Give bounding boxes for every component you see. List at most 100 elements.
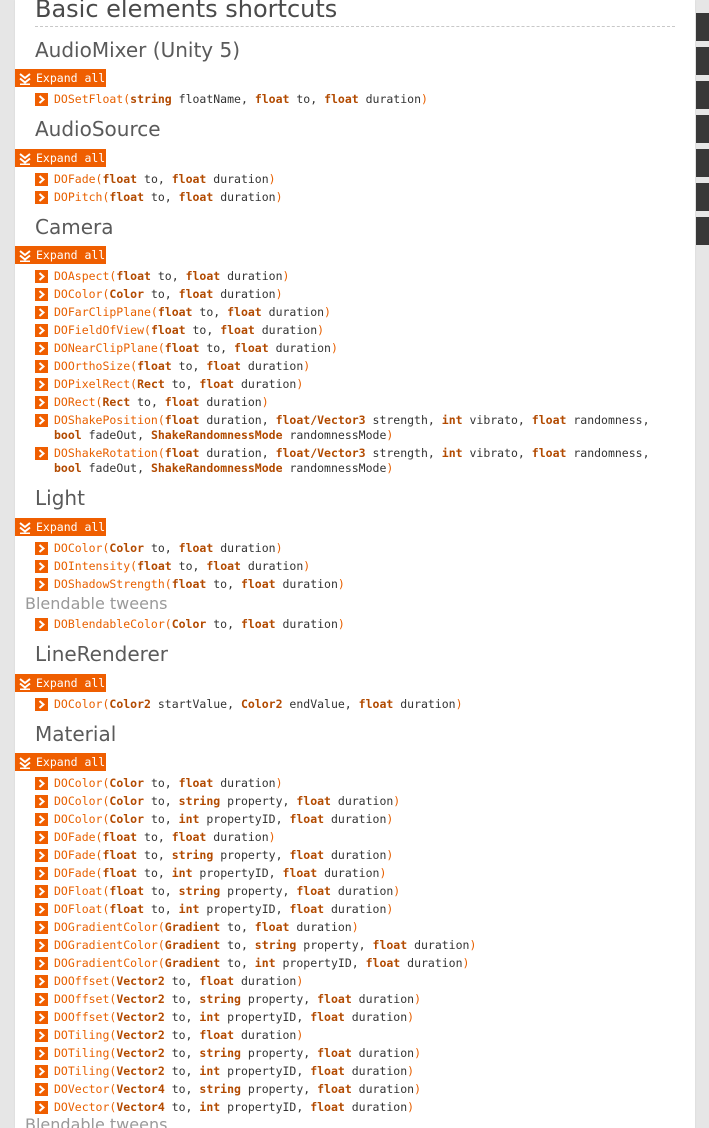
method-name[interactable]: ) bbox=[276, 190, 283, 204]
method-row[interactable]: DOColor(Color to, float duration) bbox=[35, 287, 675, 302]
method-row[interactable]: DOColor(Color to, float duration) bbox=[35, 541, 675, 556]
method-name[interactable]: ) bbox=[386, 428, 393, 442]
method-name[interactable]: DOFarClipPlane( bbox=[54, 305, 158, 319]
method-name[interactable]: ) bbox=[317, 323, 324, 337]
method-name[interactable]: DOColor( bbox=[54, 794, 109, 808]
method-name[interactable]: ) bbox=[393, 884, 400, 898]
method-name[interactable]: DOOrthoSize( bbox=[54, 359, 137, 373]
method-name[interactable]: DOFade( bbox=[54, 830, 102, 844]
method-name[interactable]: DOVector( bbox=[54, 1082, 116, 1096]
method-row[interactable]: DOFade(float to, float duration) bbox=[35, 830, 675, 845]
chevron-right-icon[interactable] bbox=[35, 1029, 48, 1042]
method-name[interactable]: DOFloat( bbox=[54, 902, 109, 916]
method-name[interactable]: ) bbox=[338, 577, 345, 591]
method-row[interactable]: DOSetFloat(string floatName, float to, f… bbox=[35, 92, 675, 107]
method-name[interactable]: DOTiling( bbox=[54, 1028, 116, 1042]
method-row[interactable]: DOColor(Color to, int propertyID, float … bbox=[35, 812, 675, 827]
method-row[interactable]: DOOffset(Vector2 to, int propertyID, flo… bbox=[35, 1010, 675, 1025]
chevron-right-icon[interactable] bbox=[35, 1101, 48, 1114]
method-name[interactable]: ) bbox=[338, 617, 345, 631]
method-row[interactable]: DOShakePosition(float duration, float/Ve… bbox=[35, 413, 675, 443]
method-name[interactable]: ) bbox=[269, 172, 276, 186]
method-name[interactable]: ) bbox=[296, 377, 303, 391]
method-row[interactable]: DOFarClipPlane(float to, float duration) bbox=[35, 305, 675, 320]
method-name[interactable]: DOColor( bbox=[54, 697, 109, 711]
method-name[interactable]: ) bbox=[276, 287, 283, 301]
method-row[interactable]: DOVector(Vector4 to, string property, fl… bbox=[35, 1082, 675, 1097]
method-row[interactable]: DOColor(Color2 startValue, Color2 endVal… bbox=[35, 697, 675, 712]
method-name[interactable]: ) bbox=[463, 956, 470, 970]
method-row[interactable]: DOFieldOfView(float to, float duration) bbox=[35, 323, 675, 338]
method-row[interactable]: DOAspect(float to, float duration) bbox=[35, 269, 675, 284]
side-tab[interactable] bbox=[696, 47, 709, 75]
method-name[interactable]: DOFade( bbox=[54, 172, 102, 186]
method-name[interactable]: ) bbox=[352, 920, 359, 934]
method-name[interactable]: ) bbox=[386, 461, 393, 475]
side-tab[interactable] bbox=[696, 13, 709, 41]
method-row[interactable]: DOShakeRotation(float duration, float/Ve… bbox=[35, 446, 675, 476]
method-name[interactable]: DORect( bbox=[54, 395, 102, 409]
chevron-right-icon[interactable] bbox=[35, 342, 48, 355]
method-name[interactable]: DOVector( bbox=[54, 1100, 116, 1114]
method-name[interactable]: ) bbox=[407, 1064, 414, 1078]
method-name[interactable]: DOGradientColor( bbox=[54, 938, 165, 952]
chevron-right-icon[interactable] bbox=[35, 975, 48, 988]
method-name[interactable]: DOColor( bbox=[54, 776, 109, 790]
method-name[interactable]: DOGradientColor( bbox=[54, 956, 165, 970]
method-row[interactable]: DORect(Rect to, float duration) bbox=[35, 395, 675, 410]
method-name[interactable]: DOFade( bbox=[54, 866, 102, 880]
method-name[interactable]: ) bbox=[303, 559, 310, 573]
method-name[interactable]: DOShakePosition( bbox=[54, 413, 165, 427]
method-row[interactable]: DOFade(float to, int propertyID, float d… bbox=[35, 866, 675, 881]
chevron-right-icon[interactable] bbox=[35, 1047, 48, 1060]
method-row[interactable]: DOFloat(float to, string property, float… bbox=[35, 884, 675, 899]
method-name[interactable]: DOSetFloat( bbox=[54, 92, 130, 106]
method-name[interactable]: DOFade( bbox=[54, 848, 102, 862]
chevron-right-icon[interactable] bbox=[35, 867, 48, 880]
chevron-right-icon[interactable] bbox=[35, 378, 48, 391]
method-row[interactable]: DOFade(float to, string property, float … bbox=[35, 848, 675, 863]
method-name[interactable]: DOOffset( bbox=[54, 974, 116, 988]
chevron-right-icon[interactable] bbox=[35, 578, 48, 591]
method-name[interactable]: ) bbox=[379, 866, 386, 880]
method-row[interactable]: DOColor(Color to, float duration) bbox=[35, 776, 675, 791]
method-row[interactable]: DONearClipPlane(float to, float duration… bbox=[35, 341, 675, 356]
chevron-right-icon[interactable] bbox=[35, 560, 48, 573]
chevron-right-icon[interactable] bbox=[35, 795, 48, 808]
method-name[interactable]: ) bbox=[296, 1028, 303, 1042]
method-row[interactable]: DOGradientColor(Gradient to, float durat… bbox=[35, 920, 675, 935]
method-name[interactable]: ) bbox=[276, 776, 283, 790]
method-name[interactable]: ) bbox=[262, 395, 269, 409]
chevron-right-icon[interactable] bbox=[35, 939, 48, 952]
chevron-right-icon[interactable] bbox=[35, 777, 48, 790]
method-row[interactable]: DOPitch(float to, float duration) bbox=[35, 190, 675, 205]
chevron-right-icon[interactable] bbox=[35, 1011, 48, 1024]
method-name[interactable]: ) bbox=[414, 1082, 421, 1096]
method-name[interactable]: DOPitch( bbox=[54, 190, 109, 204]
method-name[interactable]: DOBlendableColor( bbox=[54, 617, 172, 631]
chevron-right-icon[interactable] bbox=[35, 191, 48, 204]
method-name[interactable]: ) bbox=[469, 938, 476, 952]
method-name[interactable]: DOGradientColor( bbox=[54, 920, 165, 934]
method-row[interactable]: DOGradientColor(Gradient to, int propert… bbox=[35, 956, 675, 971]
chevron-right-icon[interactable] bbox=[35, 993, 48, 1006]
method-row[interactable]: DOTiling(Vector2 to, int propertyID, flo… bbox=[35, 1064, 675, 1079]
expand-all-button[interactable]: Expand all bbox=[15, 149, 106, 167]
chevron-right-icon[interactable] bbox=[35, 324, 48, 337]
chevron-right-icon[interactable] bbox=[35, 542, 48, 555]
chevron-right-icon[interactable] bbox=[35, 360, 48, 373]
method-name[interactable]: ) bbox=[296, 974, 303, 988]
method-name[interactable]: DOColor( bbox=[54, 541, 109, 555]
chevron-right-icon[interactable] bbox=[35, 831, 48, 844]
method-name[interactable]: DOTiling( bbox=[54, 1046, 116, 1060]
chevron-right-icon[interactable] bbox=[35, 903, 48, 916]
method-row[interactable]: DOPixelRect(Rect to, float duration) bbox=[35, 377, 675, 392]
method-name[interactable]: DONearClipPlane( bbox=[54, 341, 165, 355]
chevron-right-icon[interactable] bbox=[35, 447, 48, 460]
method-row[interactable]: DOFloat(float to, int propertyID, float … bbox=[35, 902, 675, 917]
chevron-right-icon[interactable] bbox=[35, 173, 48, 186]
method-name[interactable]: ) bbox=[407, 1100, 414, 1114]
method-name[interactable]: ) bbox=[386, 812, 393, 826]
method-row[interactable]: DOIntensity(float to, float duration) bbox=[35, 559, 675, 574]
method-name[interactable]: DOFieldOfView( bbox=[54, 323, 151, 337]
